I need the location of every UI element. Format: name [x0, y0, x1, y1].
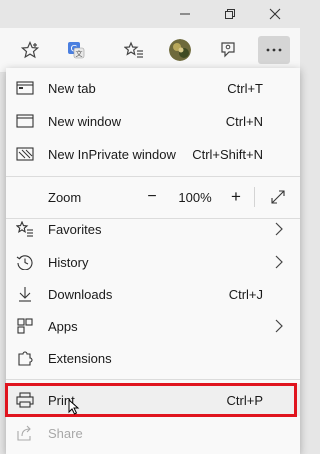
menu-item-share: Share [6, 417, 300, 449]
print-icon [16, 392, 34, 408]
menu-item-label: New window [48, 113, 121, 129]
apps-icon [16, 318, 34, 334]
favorites-list-icon [124, 41, 143, 58]
extensions-icon [16, 350, 34, 366]
menu-item-apps[interactable]: Apps [6, 310, 300, 342]
menu-item-label: Favorites [48, 221, 102, 237]
feedback-icon [221, 42, 235, 58]
mouse-cursor-icon [68, 399, 80, 415]
menu-item-shortcut: Ctrl+P [226, 392, 263, 408]
minimize-icon [180, 13, 190, 15]
menu-item-label: New InPrivate window [48, 146, 176, 162]
menu-item-label: Apps [48, 318, 78, 334]
fullscreen-icon [271, 190, 285, 204]
chevron-right-icon [275, 222, 283, 236]
translate-button[interactable]: G文 [62, 36, 90, 64]
menu-item-new-tab[interactable]: New tab Ctrl+T [6, 72, 300, 104]
history-icon [16, 254, 34, 270]
zoom-out-button[interactable]: − [138, 181, 166, 213]
svg-text:文: 文 [76, 49, 83, 58]
close-button[interactable] [255, 0, 295, 28]
title-bar [0, 0, 300, 28]
minimize-button[interactable] [165, 0, 205, 28]
close-icon [269, 8, 281, 20]
restore-button[interactable] [210, 0, 250, 28]
menu-item-downloads[interactable]: Downloads Ctrl+J [6, 278, 300, 310]
zoom-minus-glyph: − [147, 188, 157, 205]
translate-icon: G文 [68, 42, 85, 59]
download-icon [16, 286, 34, 302]
menu-divider [6, 379, 300, 380]
menu-item-label: New tab [48, 80, 96, 96]
new-tab-icon [16, 80, 34, 96]
settings-menu: New tab Ctrl+T New window Ctrl+N New InP… [6, 68, 300, 454]
menu-divider [6, 176, 300, 177]
fullscreen-button[interactable] [264, 181, 292, 213]
browser-toolbar: G文 [0, 28, 300, 73]
menu-item-label: Share [48, 425, 83, 441]
settings-and-more-button[interactable] [258, 36, 290, 64]
favorites-icon [16, 221, 34, 237]
menu-item-shortcut: Ctrl+T [227, 80, 263, 96]
zoom-value: 100% [178, 189, 212, 205]
zoom-plus-glyph: + [231, 187, 241, 206]
zoom-label: Zoom [48, 189, 82, 205]
profile-button[interactable] [166, 36, 194, 64]
menu-item-shortcut: Ctrl+Shift+N [192, 146, 263, 162]
more-options-icon [266, 48, 282, 52]
menu-item-label: History [48, 254, 89, 270]
zoom-in-button[interactable]: + [222, 181, 250, 213]
profile-avatar [169, 39, 191, 61]
share-icon [16, 425, 34, 441]
chevron-right-icon [275, 255, 283, 269]
chevron-right-icon [275, 319, 283, 333]
menu-item-shortcut: Ctrl+J [228, 286, 263, 302]
menu-item-print[interactable]: Print Ctrl+P [6, 384, 300, 416]
menu-item-label: Extensions [48, 350, 112, 366]
zoom-separator [254, 187, 255, 207]
restore-icon [225, 9, 235, 19]
menu-item-new-inprivate-window[interactable]: New InPrivate window Ctrl+Shift+N [6, 138, 300, 170]
inprivate-icon [16, 146, 34, 162]
menu-item-favorites[interactable]: Favorites [6, 213, 300, 245]
menu-item-zoom: Zoom − 100% + [6, 181, 300, 213]
feedback-button[interactable] [214, 36, 242, 64]
zoom-level: 100% [170, 181, 220, 213]
new-window-icon [16, 113, 34, 129]
favorite-star-icon [21, 41, 39, 59]
favorites-button[interactable] [120, 36, 148, 64]
add-favorite-button[interactable] [16, 36, 44, 64]
menu-item-shortcut: Ctrl+N [225, 113, 263, 129]
menu-item-extensions[interactable]: Extensions [6, 342, 300, 374]
menu-item-history[interactable]: History [6, 246, 300, 278]
menu-item-new-window[interactable]: New window Ctrl+N [6, 105, 300, 137]
menu-item-label: Downloads [48, 286, 113, 302]
